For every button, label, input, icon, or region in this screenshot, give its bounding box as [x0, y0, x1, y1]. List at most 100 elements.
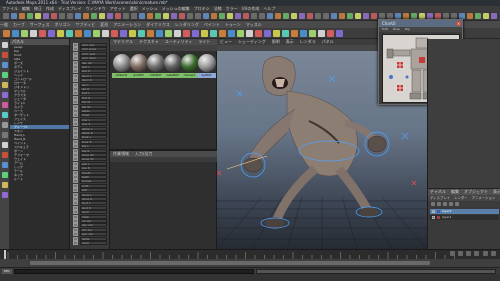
shelf-tool-icon[interactable] — [228, 30, 235, 37]
hypergraph-node[interactable]: eye_L — [73, 161, 107, 166]
shelf-tool-icon[interactable] — [102, 30, 109, 37]
shelf-tab[interactable]: トゥーン — [225, 22, 241, 27]
layer-tool-icon[interactable] — [437, 202, 441, 206]
status-line-icon[interactable] — [339, 13, 345, 19]
menu-item[interactable]: 編集 — [22, 6, 30, 11]
menu-item[interactable]: ヘルプ — [263, 6, 275, 11]
menu-item[interactable]: 法線 — [214, 6, 222, 11]
status-line-icon[interactable] — [267, 13, 273, 19]
status-line-icon[interactable] — [195, 13, 201, 19]
toolbox-tool-icon[interactable] — [2, 52, 8, 58]
hypergraph-node[interactable]: toe_L — [73, 144, 107, 149]
range-bar[interactable] — [30, 261, 430, 265]
status-line-icon[interactable] — [483, 13, 489, 19]
viewport-menu-item[interactable]: シェーディング — [238, 39, 266, 44]
hypergraph-node[interactable]: hood — [73, 210, 107, 215]
status-line-icon[interactable] — [323, 13, 329, 19]
viewport-menu-item[interactable]: ビュー — [220, 39, 232, 44]
hypergraph-node[interactable]: joint_spine — [73, 47, 107, 52]
status-line-icon[interactable] — [275, 13, 281, 19]
shelf-tool-icon[interactable] — [111, 30, 118, 37]
status-line-icon[interactable] — [331, 13, 337, 19]
status-line-icon[interactable] — [347, 13, 353, 19]
shelf-tool-icon[interactable] — [174, 30, 181, 37]
hypergraph-node[interactable]: geo_grp — [73, 223, 107, 228]
hypergraph-node[interactable]: foot_L — [73, 91, 107, 96]
viewport-menu-item[interactable]: 照明 — [272, 39, 280, 44]
status-line-icon[interactable] — [115, 13, 121, 19]
toolbox-tool-icon[interactable] — [2, 62, 8, 68]
material-swatch[interactable] — [181, 54, 199, 72]
hypergraph-node[interactable]: boot_R — [73, 205, 107, 210]
status-line-icon[interactable] — [227, 13, 233, 19]
layer-visibility-toggle[interactable]: V — [432, 210, 435, 214]
hypergraph-node[interactable]: mask — [73, 214, 107, 219]
work-area-tab[interactable]: 作業領域 — [113, 151, 129, 156]
status-line-icon[interactable] — [371, 13, 377, 19]
status-line-icon[interactable] — [107, 13, 113, 19]
status-line-icon[interactable] — [307, 13, 313, 19]
menu-item[interactable]: メッシュ — [142, 6, 158, 11]
picker-menu-item[interactable]: Edit — [382, 27, 388, 31]
status-line-icon[interactable] — [355, 13, 361, 19]
viewport-menu-item[interactable]: レンダラ — [300, 39, 316, 44]
shelf-tool-icon[interactable] — [246, 30, 253, 37]
status-line-icon[interactable] — [75, 13, 81, 19]
shelf-tool-icon[interactable] — [192, 30, 199, 37]
menu-item[interactable]: アセット — [110, 6, 126, 11]
hypergraph-node[interactable]: teeth — [73, 175, 107, 179]
shelf-tool-icon[interactable] — [66, 30, 73, 37]
shelf-tab[interactable]: ポリゴン — [55, 22, 71, 27]
hypergraph-node[interactable]: mouth — [73, 170, 107, 175]
shelf-tool-icon[interactable] — [183, 30, 190, 37]
shelf-tab[interactable]: マッスル — [246, 22, 262, 27]
menu-item[interactable]: 修正 — [34, 6, 42, 11]
hypergraph-node[interactable]: hand_R — [73, 78, 107, 83]
work-area-tab[interactable]: 入力/出力 — [135, 151, 152, 156]
hypergraph-node[interactable]: glove_R — [73, 197, 107, 201]
character-picker-title-bar[interactable]: CharUI × — [379, 20, 462, 27]
shelf-tool-icon[interactable] — [327, 30, 334, 37]
hypergraph-node[interactable]: arm_L — [73, 65, 107, 69]
shelf-tool-icon[interactable] — [30, 30, 37, 37]
shelf-tool-icon[interactable] — [318, 30, 325, 37]
status-line-icon[interactable] — [211, 13, 217, 19]
status-line-icon[interactable] — [187, 13, 193, 19]
toolbox-tool-icon[interactable] — [2, 122, 8, 128]
toolbox-tool-icon[interactable] — [2, 192, 8, 198]
hypergraph-node[interactable]: lights — [73, 236, 107, 241]
menu-item[interactable]: ファイル — [2, 6, 18, 11]
channel-box-menu-item[interactable]: 編集 — [451, 189, 459, 194]
time-slider[interactable] — [0, 249, 500, 260]
play-back-icon[interactable] — [466, 251, 472, 256]
status-line-icon[interactable] — [59, 13, 65, 19]
hypergraph-node[interactable]: elbow_L — [73, 126, 107, 131]
status-line-icon[interactable] — [315, 13, 321, 19]
status-line-icon[interactable] — [131, 13, 137, 19]
status-line-icon[interactable] — [283, 13, 289, 19]
layer-tool-icon[interactable] — [443, 202, 447, 206]
channel-box-menu-item[interactable]: 表示 — [493, 189, 500, 194]
status-line-icon[interactable] — [475, 13, 481, 19]
toolbox-tool-icon[interactable] — [2, 42, 8, 48]
hypergraph-node[interactable]: ctrl_grp — [73, 227, 107, 232]
shelf-tool-icon[interactable] — [156, 30, 163, 37]
shelf-tab[interactable]: 一般 — [0, 22, 8, 27]
hypershade-tab[interactable]: テクスチャ — [139, 39, 159, 44]
toolbox-tool-icon[interactable] — [2, 162, 8, 168]
material-swatch[interactable] — [198, 54, 216, 72]
go-to-start-icon[interactable] — [449, 251, 455, 256]
picker-menu-item[interactable]: Rig — [405, 27, 410, 31]
hypergraph-node[interactable]: elbow_R — [73, 131, 107, 135]
shelf-tab[interactable]: 変形 — [100, 22, 108, 27]
toolbox-tool-icon[interactable] — [2, 112, 8, 118]
shelf-tool-icon[interactable] — [3, 30, 10, 37]
shelf-tool-icon[interactable] — [291, 30, 298, 37]
status-line-icon[interactable] — [203, 13, 209, 19]
hypershade-tab[interactable]: ユーティリティ — [165, 39, 193, 44]
hypergraph-node[interactable]: tail_01 — [73, 100, 107, 105]
shelf-tool-icon[interactable] — [147, 30, 154, 37]
step-forward-icon[interactable] — [482, 251, 488, 256]
layer-tab[interactable]: アニメーション — [472, 196, 496, 200]
hypergraph-node[interactable]: arm_R — [73, 69, 107, 74]
